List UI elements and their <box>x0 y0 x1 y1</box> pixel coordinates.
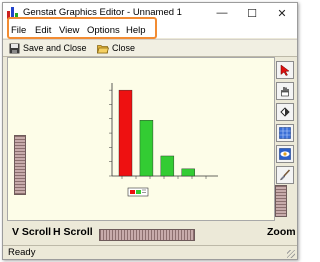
open-folder-icon <box>97 44 109 53</box>
chart-bar <box>160 155 175 177</box>
eye-tool[interactable] <box>276 145 294 163</box>
h-scroll-label: H Scroll <box>53 226 93 238</box>
legend-swatch-red <box>130 190 135 194</box>
fill-icon <box>280 107 290 117</box>
chart-legend <box>127 187 149 197</box>
chart-bar <box>181 168 195 177</box>
legend-swatch-green <box>136 190 141 194</box>
eye-icon <box>279 148 291 160</box>
resize-grip[interactable] <box>287 250 295 258</box>
save-and-close-button[interactable]: Save and Close <box>9 41 87 55</box>
menu-highlight-box <box>7 17 157 39</box>
pointer-arrow-icon <box>280 64 290 76</box>
y-axis-ticks <box>109 89 112 177</box>
grid-icon <box>279 127 291 139</box>
chart-bar <box>139 120 154 177</box>
v-scroll-wheel[interactable] <box>14 135 26 195</box>
close-button[interactable]: Close <box>97 41 135 55</box>
hand-tool[interactable] <box>276 82 294 100</box>
minimize-button[interactable]: — <box>207 3 237 23</box>
brush-icon <box>280 169 291 181</box>
status-text: Ready <box>8 247 36 258</box>
graph-canvas[interactable] <box>7 57 275 221</box>
x-axis-ticks <box>121 176 207 179</box>
grid-tool[interactable] <box>276 124 294 142</box>
bar-chart <box>109 83 218 197</box>
brush-tool[interactable] <box>276 166 294 184</box>
v-scroll-label: V Scroll <box>12 226 52 238</box>
toolbar: Save and Close Close <box>3 39 297 57</box>
chart-bar <box>118 89 133 177</box>
zoom-wheel[interactable] <box>275 185 287 217</box>
chart-bars <box>118 89 195 177</box>
close-window-button[interactable]: ✕ <box>267 3 297 23</box>
pointer-tool[interactable] <box>276 61 294 79</box>
hand-icon <box>281 87 289 97</box>
graphics-editor-window: Genstat Graphics Editor - Unnamed 1 — ☐ … <box>2 2 298 260</box>
h-scroll-wheel[interactable] <box>99 229 195 241</box>
save-and-close-label: Save and Close <box>23 43 87 53</box>
fill-tool[interactable] <box>276 103 294 121</box>
floppy-disk-icon <box>9 43 20 53</box>
zoom-label: Zoom <box>267 226 296 238</box>
status-bar: Ready <box>3 245 297 259</box>
maximize-button[interactable]: ☐ <box>237 3 267 23</box>
close-label: Close <box>112 43 136 53</box>
